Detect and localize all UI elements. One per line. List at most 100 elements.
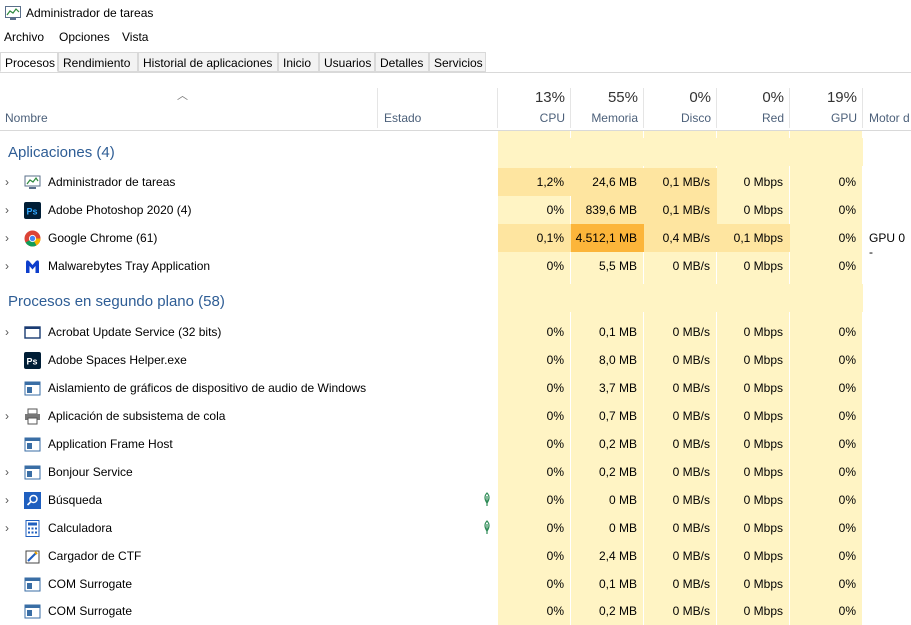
menu-archivo[interactable]: Archivo [4,30,44,44]
table-row[interactable]: COM Surrogate 0% 0,1 MB 0 MB/s 0 Mbps 0% [0,570,911,598]
expand-chevron-icon[interactable]: › [5,465,9,479]
disk-cell: 0,1 MB/s [644,196,717,224]
tab-servicios[interactable]: Servicios [429,52,486,72]
task-manager-icon [5,6,21,20]
header-disco[interactable]: 0% Disco [644,86,717,130]
tab-procesos[interactable]: Procesos [0,52,58,72]
table-row[interactable]: › Calculadora 0% 0 MB 0 MB/s 0 Mbps 0% [0,514,911,542]
table-row[interactable]: › Administrador de tareas 1,2% 24,6 MB 0… [0,168,911,196]
gpu-cell: 0% [838,521,856,535]
table-row[interactable]: Ps Adobe Spaces Helper.exe 0% 8,0 MB 0 M… [0,346,911,374]
gpu-cell: 0% [838,409,856,423]
header-motor-gpu[interactable]: Motor d [863,86,911,130]
network-cell: 0 Mbps [743,409,783,423]
tab-detalles[interactable]: Detalles [375,52,429,72]
process-name: Búsqueda [48,493,103,507]
search-icon [24,492,41,509]
gpu-cell: 0% [838,353,856,367]
table-row[interactable]: › Búsqueda 0% 0 MB 0 MB/s 0 Mbps 0% [0,486,911,514]
disk-cell: 0 MB/s [672,325,710,339]
network-cell: 0 Mbps [743,203,783,217]
cpu-cell: 0% [546,465,564,479]
photoshop-icon: Ps [24,352,41,369]
process-name: COM Surrogate [48,577,133,591]
header-motor-label: Motor d [869,111,910,125]
title-bar: Administrador de tareas [0,0,911,26]
disk-cell: 0 MB/s [672,381,710,395]
cpu-cell: 0% [546,577,564,591]
header-memoria-label: Memoria [591,111,638,125]
process-name: Adobe Spaces Helper.exe [48,353,187,367]
header-gpu-label: GPU [830,111,857,125]
table-row[interactable]: › Google Chrome (61) 0,1% 4.512,1 MB 0,4… [0,224,911,259]
group-header-aplicaciones[interactable]: Aplicaciones (4) [8,144,115,161]
process-name: Google Chrome (61) [48,231,158,245]
header-gpu[interactable]: 19% GPU [790,86,863,130]
process-name: Aplicación de subsistema de cola [48,409,226,423]
memory-cell: 0 MB [608,493,637,507]
expand-chevron-icon[interactable]: › [5,409,9,423]
process-name: Administrador de tareas [48,175,176,189]
table-row[interactable]: › Acrobat Update Service (32 bits) 0% 0,… [0,318,911,346]
gpu-total: 19% [826,89,857,106]
network-cell: 0 Mbps [743,175,783,189]
tab-inicio[interactable]: Inicio [278,52,319,72]
group-header-background[interactable]: Procesos en segundo plano (58) [8,293,225,310]
header-cpu-label: CPU [539,111,565,125]
header-cpu[interactable]: 13% CPU [498,86,571,130]
header-memoria[interactable]: 55% Memoria [571,86,644,130]
gpu-cell: 0% [838,437,856,451]
expand-chevron-icon[interactable]: › [5,203,9,217]
memory-cell: 0,2 MB [598,604,637,618]
memory-cell: 0,2 MB [598,465,637,479]
cpu-total: 13% [534,89,565,106]
table-row[interactable]: COM Surrogate 0% 0,2 MB 0 MB/s 0 Mbps 0% [0,597,911,625]
system-process-icon [24,577,41,592]
header-red[interactable]: 0% Red [717,86,790,130]
cpu-cell: 0% [546,203,564,217]
expand-chevron-icon[interactable]: › [5,175,9,189]
chrome-icon [24,230,41,247]
expand-chevron-icon[interactable]: › [5,325,9,339]
tab-historial[interactable]: Historial de aplicaciones [138,52,278,72]
gpu-cell: 0% [838,381,856,395]
menu-opciones[interactable]: Opciones [59,30,110,44]
table-row[interactable]: › Ps Adobe Photoshop 2020 (4) 0% 839,6 M… [0,196,911,224]
tab-divider [0,72,911,73]
expand-chevron-icon[interactable]: › [5,493,9,507]
calculator-icon [25,520,40,537]
process-name: COM Surrogate [48,604,133,618]
menu-bar: Archivo Opciones Vista [0,27,911,47]
expand-chevron-icon[interactable]: › [5,231,9,245]
header-estado-label: Estado [384,111,422,125]
header-estado[interactable]: Estado [378,86,498,130]
network-cell: 0 Mbps [743,549,783,563]
tab-usuarios[interactable]: Usuarios [319,52,375,72]
expand-chevron-icon[interactable]: › [5,259,9,273]
group-row-apps [0,138,911,166]
cpu-cell: 0% [546,325,564,339]
expand-chevron-icon[interactable]: › [5,521,9,535]
tab-rendimiento[interactable]: Rendimiento [58,52,138,72]
disk-cell: 0 MB/s [672,353,710,367]
menu-vista[interactable]: Vista [122,30,148,44]
table-row[interactable]: Cargador de CTF 0% 2,4 MB 0 MB/s 0 Mbps … [0,542,911,570]
table-row[interactable]: Application Frame Host 0% 0,2 MB 0 MB/s … [0,430,911,458]
table-row[interactable]: › Bonjour Service 0% 0,2 MB 0 MB/s 0 Mbp… [0,458,911,486]
task-manager-icon [24,175,41,189]
disk-cell: 0 MB/s [672,465,710,479]
disk-cell: 0 MB/s [672,549,710,563]
memory-cell: 839,6 MB [571,196,644,224]
gpu-cell: 0% [838,259,856,273]
tab-bar: Procesos Rendimiento Historial de aplica… [0,52,911,73]
network-cell: 0 Mbps [743,521,783,535]
table-row[interactable]: Aislamiento de gráficos de dispositivo d… [0,374,911,402]
table-row[interactable]: › Malwarebytes Tray Application 0% 5,5 M… [0,252,911,280]
header-nombre[interactable]: ︿ Nombre [0,86,378,130]
gpu-cell: 0% [838,493,856,507]
cpu-cell: 0% [546,437,564,451]
network-cell: 0 Mbps [743,465,783,479]
memory-total: 55% [607,89,638,106]
table-row[interactable]: › Aplicación de subsistema de cola 0% 0,… [0,402,911,430]
gpu-cell: 0% [838,549,856,563]
